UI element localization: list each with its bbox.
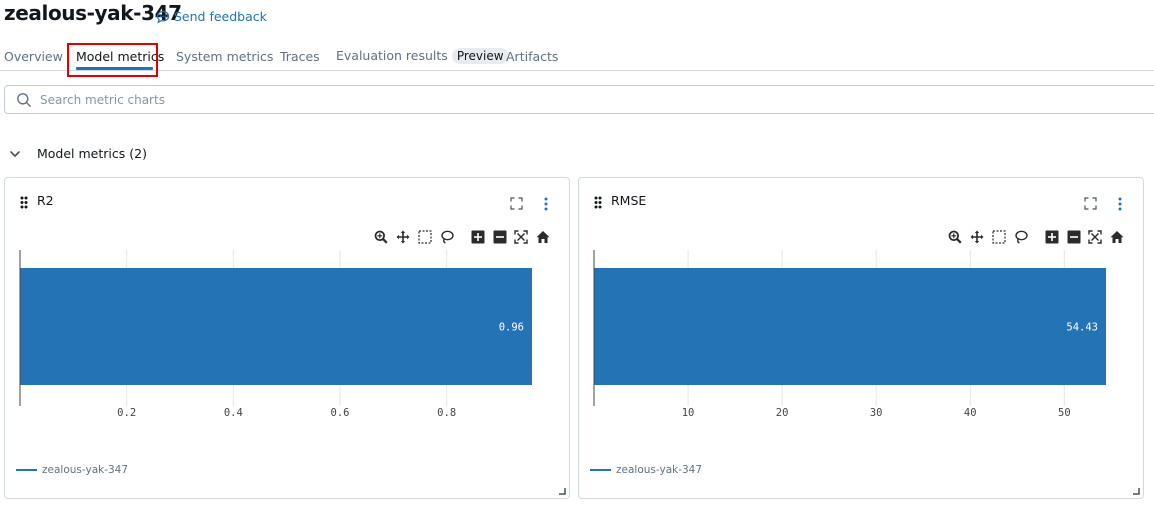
- tab-evaluation-results-label: Evaluation results: [336, 48, 448, 63]
- x-tick-label: 0.6: [331, 407, 350, 419]
- resize-handle-icon[interactable]: [1133, 488, 1140, 495]
- x-tick-label: 0.8: [437, 407, 456, 419]
- resize-handle-icon[interactable]: [559, 488, 566, 495]
- chat-bubble-icon: [156, 10, 170, 24]
- bar-value-label: 0.96: [499, 322, 524, 334]
- bar[interactable]: [20, 268, 532, 385]
- chevron-down-icon: [10, 150, 20, 157]
- tab-model-metrics[interactable]: Model metrics: [76, 49, 164, 64]
- tab-overview[interactable]: Overview: [4, 49, 63, 64]
- send-feedback-label: Send feedback: [174, 9, 267, 24]
- legend-label: zealous-yak-347: [42, 464, 129, 476]
- r2-plot: 0.96 0.2 0.4 0.6 0.8: [19, 250, 532, 419]
- legend-swatch: [590, 469, 611, 471]
- active-tab-indicator: [76, 67, 153, 70]
- x-tick-label: 0.2: [117, 407, 136, 419]
- x-tick-label: 50: [1058, 407, 1071, 419]
- tab-artifacts[interactable]: Artifacts: [506, 49, 558, 64]
- x-tick-label: 10: [682, 407, 695, 419]
- send-feedback-link[interactable]: Send feedback: [156, 9, 267, 24]
- chart-card-r2: R2 0.96 0.2 0.4 0.6 0.8 zealous-yak-347: [4, 177, 570, 499]
- bar[interactable]: [594, 268, 1106, 385]
- tab-bar: Overview Model metrics System metrics Tr…: [0, 46, 1154, 71]
- legend-label: zealous-yak-347: [616, 464, 703, 476]
- x-tick-label: 30: [870, 407, 883, 419]
- preview-badge: Preview: [451, 48, 509, 64]
- bar-value-label: 54.43: [1066, 322, 1098, 334]
- section-label: Model metrics (2): [37, 146, 147, 161]
- x-tick-label: 20: [776, 407, 789, 419]
- model-metrics-section-toggle[interactable]: Model metrics (2): [0, 146, 147, 161]
- tab-system-metrics[interactable]: System metrics: [176, 49, 273, 64]
- x-tick-label: 40: [964, 407, 977, 419]
- chart-legend[interactable]: zealous-yak-347: [16, 464, 128, 476]
- search-metric-charts-input[interactable]: [38, 91, 642, 108]
- tab-evaluation-results[interactable]: Evaluation results Preview: [336, 48, 509, 64]
- x-tick-label: 0.4: [224, 407, 243, 419]
- rmse-plot: 54.43 10 20 30 40 50: [593, 250, 1106, 419]
- search-box: [4, 85, 1154, 114]
- search-icon: [17, 92, 31, 107]
- chart-card-rmse: RMSE 54.43 10 20 30 40 50 zealous-yak-347: [578, 177, 1144, 499]
- legend-swatch: [16, 469, 37, 471]
- chart-legend[interactable]: zealous-yak-347: [590, 464, 702, 476]
- tab-traces[interactable]: Traces: [280, 49, 320, 64]
- run-title: zealous-yak-347: [4, 1, 182, 25]
